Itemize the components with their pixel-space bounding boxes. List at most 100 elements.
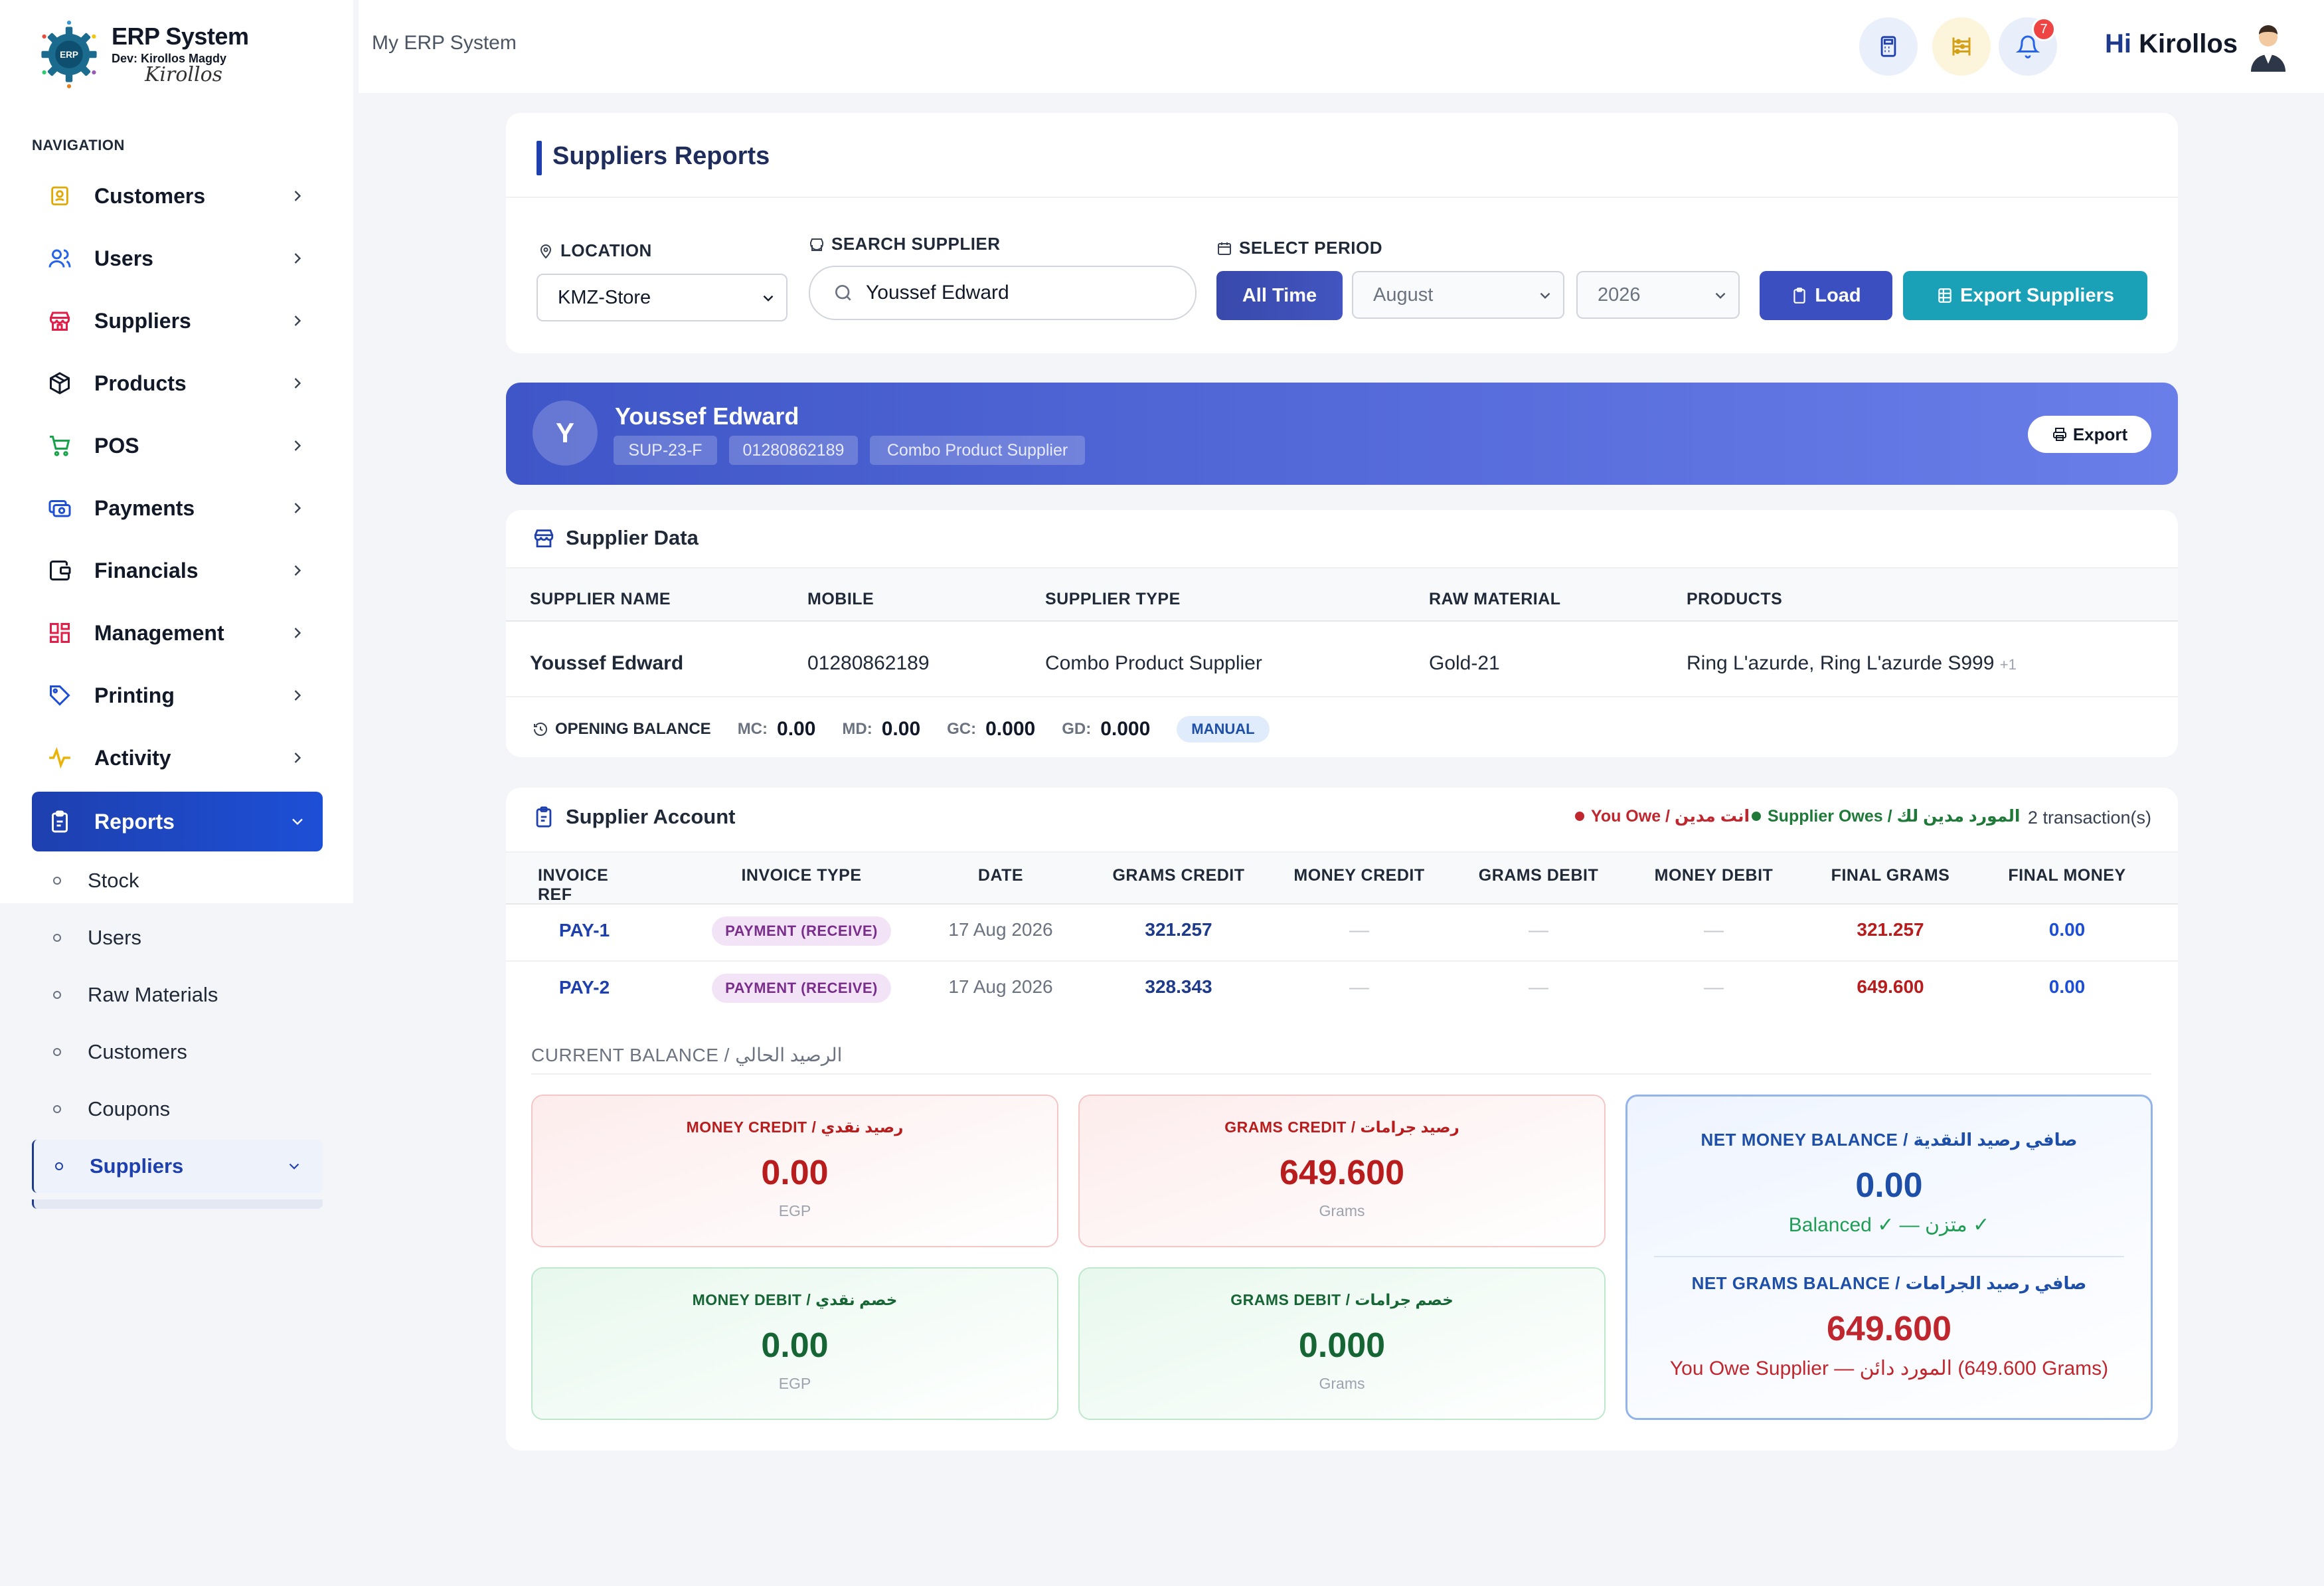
- page-title: Suppliers Reports: [552, 142, 770, 170]
- load-button[interactable]: Load: [1760, 271, 1892, 320]
- money-debit-cell: —: [1704, 976, 1724, 998]
- brand[interactable]: ERP ERP System Dev: Kirollos Magdy Kirol…: [35, 20, 249, 89]
- card-unit: Grams: [1319, 1375, 1365, 1392]
- subitem-label: Stock: [88, 869, 139, 892]
- sidebar-item-pos[interactable]: POS: [32, 416, 323, 476]
- year-select[interactable]: 2026: [1576, 271, 1740, 319]
- abacus-button[interactable]: [1932, 17, 1991, 76]
- grams-debit-card: GRAMS DEBIT / خصم جرامات 0.000 Grams: [1078, 1267, 1606, 1420]
- column-header: DATE: [977, 866, 1024, 885]
- row-divider: [506, 960, 2178, 962]
- chevron-right-icon: [294, 440, 301, 451]
- month-select[interactable]: August: [1352, 271, 1564, 319]
- supplier-name: Youssef Edward: [615, 402, 799, 430]
- date-cell: 17 Aug 2026: [948, 919, 1053, 940]
- tag-icon: [45, 681, 74, 710]
- supplier-mobile-chip: 01280862189: [729, 436, 858, 465]
- search-label: SEARCH SUPPLIER: [809, 234, 1001, 254]
- legend-dot: [1752, 812, 1761, 821]
- card-label: GRAMS DEBIT / خصم جرامات: [1230, 1291, 1453, 1308]
- period-label: SELECT PERIOD: [1216, 238, 1382, 258]
- date-cell: 17 Aug 2026: [948, 976, 1053, 997]
- sidebar-label: Reports: [94, 809, 175, 834]
- gc-key: GC:: [947, 720, 977, 738]
- sidebar-item-products[interactable]: Products: [32, 353, 323, 413]
- export-button[interactable]: Export: [2028, 416, 2151, 453]
- store-icon: [534, 529, 554, 548]
- raw-material-cell: Gold-21: [1429, 652, 1500, 674]
- sidebar-subitem-stock[interactable]: Stock: [32, 854, 323, 907]
- subitem-label: Raw Materials: [88, 983, 218, 1006]
- net-balance-card: NET MONEY BALANCE / صافي رصيد النقدية 0.…: [1625, 1095, 2153, 1420]
- column-header: INVOICE TYPE: [741, 866, 862, 885]
- chevron-down-icon: [1715, 292, 1726, 299]
- column-header: MOBILE: [807, 590, 874, 608]
- filters-card: Suppliers Reports LOCATION KMZ-Store SEA…: [506, 113, 2178, 353]
- grams-debit-cell: —: [1529, 976, 1548, 998]
- more-count[interactable]: +1: [2000, 656, 2017, 673]
- sidebar-item-activity[interactable]: Activity: [32, 728, 323, 788]
- search-icon: [835, 285, 851, 301]
- card-label: GRAMS CREDIT / رصيد جرامات: [1224, 1118, 1459, 1136]
- greeting-prefix: Hi: [2105, 29, 2131, 58]
- chevron-right-icon: [294, 565, 301, 576]
- user-greeting[interactable]: Hi Kirollos: [2105, 29, 2238, 59]
- sidebar-item-suppliers[interactable]: Suppliers: [32, 291, 323, 351]
- invoice-ref-link[interactable]: PAY-2: [538, 976, 631, 999]
- legend-dot: [1575, 812, 1584, 821]
- money-debit-card: MONEY DEBIT / خصم نقدي 0.00 EGP: [531, 1267, 1058, 1420]
- sidebar-subitem-coupons[interactable]: Coupons: [32, 1083, 323, 1136]
- sidebar-item-reports[interactable]: Reports: [32, 792, 323, 851]
- year-value: 2026: [1598, 284, 1641, 306]
- supplier-banner: Y Youssef Edward SUP-23-F 01280862189 Co…: [506, 383, 2178, 485]
- bullet-icon: [55, 1162, 63, 1170]
- final-grams-cell: 321.257: [1857, 919, 1924, 940]
- month-value: August: [1373, 284, 1434, 306]
- opening-balance-row: OPENING BALANCE MC: 0.00 MD: 0.00 GC: 0.…: [533, 716, 1270, 743]
- notifications-button[interactable]: 7: [1999, 17, 2057, 76]
- mc-key: MC:: [737, 720, 768, 738]
- grams-credit-card: GRAMS CREDIT / رصيد جرامات 649.600 Grams: [1078, 1095, 1606, 1247]
- money-credit-cell: —: [1349, 976, 1369, 998]
- logo-text: ERP: [60, 50, 78, 60]
- invoice-ref-link[interactable]: PAY-1: [538, 919, 631, 942]
- sidebar-label: Products: [94, 371, 187, 395]
- sidebar-item-customers[interactable]: Customers: [32, 166, 323, 226]
- box-icon: [45, 369, 74, 398]
- column-header: PRODUCTS: [1687, 590, 1783, 608]
- sidebar-subitem-raw-materials[interactable]: Raw Materials: [32, 968, 323, 1021]
- avatar[interactable]: [2248, 24, 2288, 72]
- title-accent: [537, 141, 542, 175]
- store-icon: [45, 306, 74, 335]
- export-suppliers-button[interactable]: Export Suppliers: [1903, 271, 2147, 320]
- calculator-button[interactable]: [1859, 17, 1918, 76]
- products-cell: Ring L'azurde, Ring L'azurde S999 +1: [1687, 652, 2017, 674]
- clipboard-icon: [536, 806, 552, 828]
- sidebar-subitem-customers[interactable]: Customers: [32, 1025, 323, 1079]
- search-value: Youssef Edward: [866, 282, 1009, 304]
- location-select[interactable]: KMZ-Store: [537, 274, 788, 321]
- search-input[interactable]: Youssef Edward: [809, 266, 1197, 320]
- gc-value: 0.000: [985, 718, 1036, 740]
- invoice-type-badge: PAYMENT (RECEIVE): [712, 974, 891, 1003]
- all-time-button[interactable]: All Time: [1216, 271, 1343, 320]
- nav-heading: NAVIGATION: [32, 137, 125, 153]
- cart-icon: [45, 431, 74, 460]
- chevron-down-icon: [763, 295, 774, 302]
- sidebar-item-printing[interactable]: Printing: [32, 665, 323, 725]
- grams-credit-cell: 321.257: [1145, 919, 1212, 940]
- card-value: 0.000: [1298, 1326, 1386, 1365]
- sidebar-subitem-users[interactable]: Users: [32, 911, 323, 964]
- submenu-continuation: [32, 1199, 323, 1209]
- bullet-icon: [53, 877, 61, 885]
- sidebar-item-users[interactable]: Users: [32, 228, 323, 288]
- calendar-icon: [1218, 242, 1231, 255]
- sidebar-item-financials[interactable]: Financials: [32, 541, 323, 600]
- sidebar-subitem-suppliers[interactable]: Suppliers: [32, 1140, 323, 1193]
- sidebar-label: Users: [94, 246, 153, 270]
- user-name: Kirollos: [2139, 29, 2238, 58]
- sidebar-item-management[interactable]: Management: [32, 603, 323, 663]
- card-unit: EGP: [778, 1375, 811, 1392]
- sidebar-item-payments[interactable]: Payments: [32, 478, 323, 538]
- supplier-avatar: Y: [533, 400, 598, 466]
